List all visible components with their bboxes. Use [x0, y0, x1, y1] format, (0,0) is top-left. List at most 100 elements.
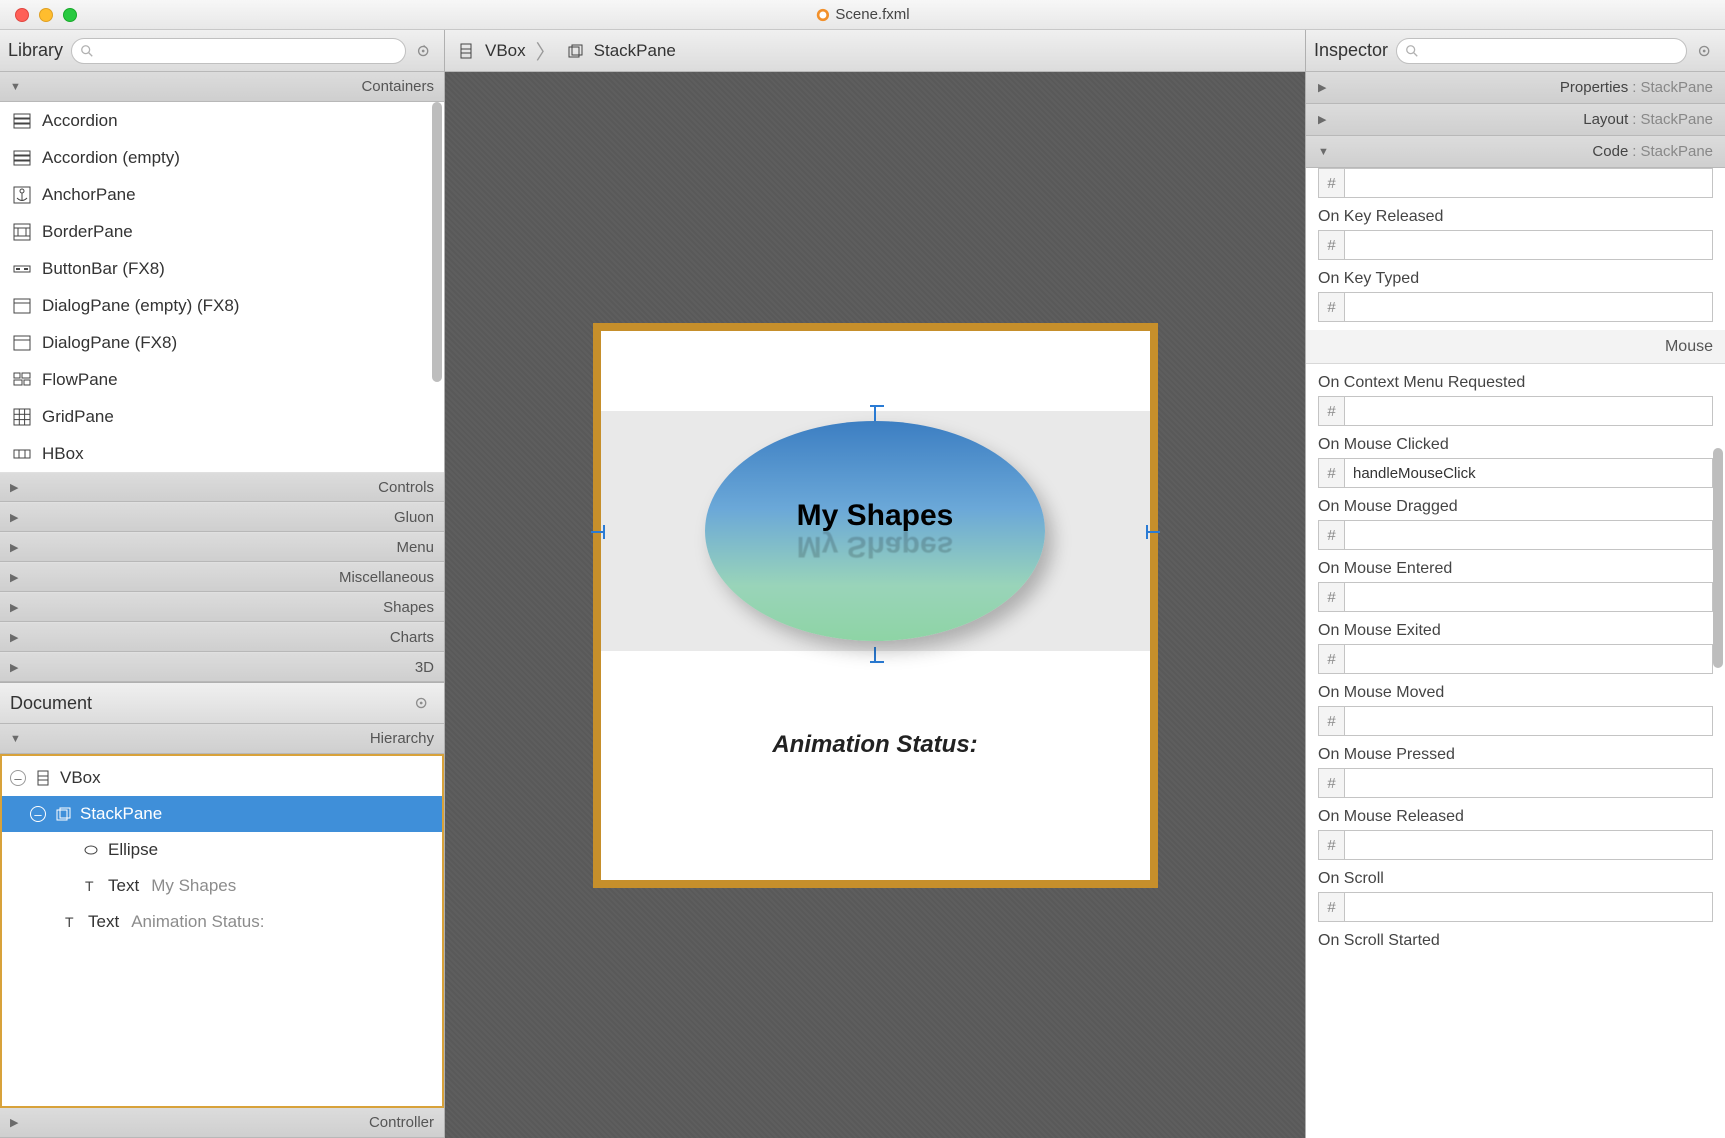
- input-on-key-released[interactable]: [1344, 230, 1713, 260]
- hbox-icon: [12, 444, 32, 464]
- flowpane-icon: [12, 370, 32, 390]
- input-on-mouse-pressed[interactable]: [1344, 768, 1713, 798]
- dialogpane-icon: [12, 296, 32, 316]
- label-on-mouse-exited: On Mouse Exited: [1318, 622, 1713, 640]
- library-item-dialogpane-empty[interactable]: DialogPane (empty) (FX8): [0, 287, 444, 324]
- inspector-menu-gear-icon[interactable]: [1695, 40, 1717, 62]
- search-icon: [80, 44, 94, 58]
- dialogpane-icon: [12, 333, 32, 353]
- search-icon: [1405, 44, 1419, 58]
- label-on-mouse-clicked: On Mouse Clicked: [1318, 436, 1713, 454]
- input-on-mouse-moved[interactable]: [1344, 706, 1713, 736]
- vbox-icon: [457, 43, 475, 59]
- tree-node-stackpane[interactable]: – StackPane: [2, 796, 442, 832]
- canvas-text-status[interactable]: Animation Status:: [601, 731, 1150, 759]
- minimize-window-button[interactable]: [39, 8, 53, 22]
- document-controller-header[interactable]: ▶Controller: [0, 1108, 444, 1138]
- svg-text:T: T: [85, 878, 94, 894]
- tree-node-text-animationstatus[interactable]: T Text Animation Status:: [2, 904, 442, 940]
- document-menu-gear-icon[interactable]: [412, 692, 434, 714]
- library-item-gridpane[interactable]: GridPane: [0, 398, 444, 435]
- label-on-mouse-released: On Mouse Released: [1318, 808, 1713, 826]
- canvas-ellipse[interactable]: My Shapes My Shapes: [705, 421, 1045, 641]
- document-hierarchy-header[interactable]: ▼Hierarchy: [0, 724, 444, 754]
- selection-handle-bottom[interactable]: [870, 647, 880, 657]
- library-category-menu[interactable]: ▶Menu: [0, 532, 444, 562]
- input-on-mouse-dragged[interactable]: [1344, 520, 1713, 550]
- inspector-section-code[interactable]: ▼Code: StackPane: [1306, 136, 1725, 168]
- library-item-accordion-empty[interactable]: Accordion (empty): [0, 139, 444, 176]
- library-scrollbar[interactable]: [432, 102, 442, 382]
- input-unnamed-top[interactable]: [1344, 168, 1713, 198]
- document-header: Document: [0, 682, 444, 724]
- library-header: Library: [0, 30, 444, 72]
- input-on-mouse-entered[interactable]: [1344, 582, 1713, 612]
- library-title: Library: [8, 40, 63, 61]
- collapse-icon[interactable]: –: [30, 806, 46, 822]
- breadcrumb-vbox[interactable]: VBox: [485, 41, 526, 61]
- tree-node-text-myshapes[interactable]: T Text My Shapes: [2, 868, 442, 904]
- zoom-window-button[interactable]: [63, 8, 77, 22]
- library-item-buttonbar[interactable]: ButtonBar (FX8): [0, 250, 444, 287]
- input-on-key-typed[interactable]: [1344, 292, 1713, 322]
- label-on-scroll: On Scroll: [1318, 870, 1713, 888]
- canvas-text-reflection: My Shapes: [797, 529, 954, 563]
- selection-handle-top[interactable]: [870, 405, 880, 415]
- chevron-right-icon: 〉: [536, 36, 556, 65]
- library-category-miscellaneous[interactable]: ▶Miscellaneous: [0, 562, 444, 592]
- library-item-anchorpane[interactable]: AnchorPane: [0, 176, 444, 213]
- library-item-accordion[interactable]: Accordion: [0, 102, 444, 139]
- label-on-scroll-started: On Scroll Started: [1318, 932, 1713, 950]
- library-category-controls[interactable]: ▶Controls: [0, 472, 444, 502]
- inspector-section-properties[interactable]: ▶Properties: StackPane: [1306, 72, 1725, 104]
- input-on-mouse-released[interactable]: [1344, 830, 1713, 860]
- chevron-right-icon: ▶: [10, 631, 18, 644]
- inspector-scrollbar[interactable]: [1713, 448, 1723, 668]
- design-canvas[interactable]: My Shapes My Shapes Animation Status:: [445, 72, 1305, 1138]
- library-item-dialogpane[interactable]: DialogPane (FX8): [0, 324, 444, 361]
- canvas-stackpane[interactable]: My Shapes My Shapes: [601, 411, 1150, 651]
- borderpane-icon: [12, 222, 32, 242]
- stackpane-icon: [566, 43, 584, 59]
- gridpane-icon: [12, 407, 32, 427]
- collapse-icon[interactable]: –: [10, 770, 26, 786]
- label-on-mouse-pressed: On Mouse Pressed: [1318, 746, 1713, 764]
- library-category-charts[interactable]: ▶Charts: [0, 622, 444, 652]
- input-on-mouse-exited[interactable]: [1344, 644, 1713, 674]
- label-on-key-typed: On Key Typed: [1318, 270, 1713, 288]
- canvas-text-myshapes[interactable]: My Shapes: [797, 499, 954, 533]
- library-item-flowpane[interactable]: FlowPane: [0, 361, 444, 398]
- inspector-code-body: # On Key Released # On Key Typed # Mouse…: [1306, 168, 1725, 1138]
- library-menu-gear-icon[interactable]: [414, 40, 436, 62]
- library-category-3d[interactable]: ▶3D: [0, 652, 444, 682]
- chevron-right-icon: ▶: [10, 661, 18, 674]
- library-category-gluon[interactable]: ▶Gluon: [0, 502, 444, 532]
- breadcrumb-stackpane[interactable]: StackPane: [594, 41, 676, 61]
- library-search-input[interactable]: [71, 38, 406, 64]
- library-item-hbox[interactable]: HBox: [0, 435, 444, 472]
- chevron-right-icon: ▶: [10, 541, 18, 554]
- library-category-shapes[interactable]: ▶Shapes: [0, 592, 444, 622]
- text-icon: T: [62, 914, 80, 930]
- selection-handle-right[interactable]: [1146, 531, 1160, 533]
- inspector-section-layout[interactable]: ▶Layout: StackPane: [1306, 104, 1725, 136]
- text-icon: T: [82, 878, 100, 894]
- chevron-right-icon: ▶: [10, 511, 18, 524]
- library-category-containers[interactable]: ▼ Containers: [0, 72, 444, 102]
- input-on-mouse-clicked[interactable]: [1344, 458, 1713, 488]
- canvas-vbox[interactable]: My Shapes My Shapes Animation Status:: [593, 323, 1158, 888]
- chevron-right-icon: ▶: [1318, 113, 1326, 126]
- tree-node-vbox[interactable]: – VBox: [2, 760, 442, 796]
- input-on-scroll[interactable]: [1344, 892, 1713, 922]
- window-title: Scene.fxml: [835, 6, 909, 23]
- hash-prefix: #: [1318, 168, 1344, 198]
- chevron-right-icon: ▶: [1318, 81, 1326, 94]
- selection-handle-left[interactable]: [591, 531, 605, 533]
- buttonbar-icon: [12, 259, 32, 279]
- tree-node-ellipse[interactable]: Ellipse: [2, 832, 442, 868]
- library-item-borderpane[interactable]: BorderPane: [0, 213, 444, 250]
- close-window-button[interactable]: [15, 8, 29, 22]
- input-on-context-menu-requested[interactable]: [1344, 396, 1713, 426]
- chevron-right-icon: ▶: [10, 571, 18, 584]
- inspector-search-input[interactable]: [1396, 38, 1687, 64]
